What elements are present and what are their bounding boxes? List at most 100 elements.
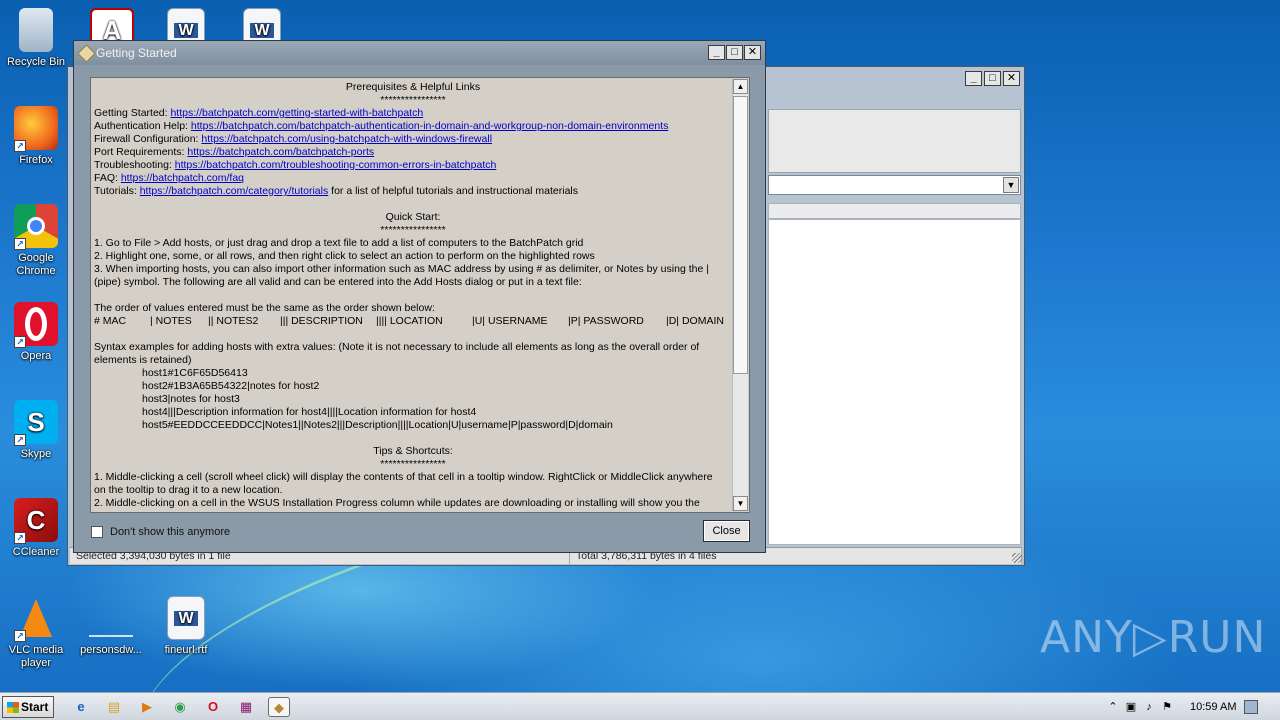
desktop-icon-ccleaner[interactable]: C ↗ CCleaner	[0, 498, 72, 559]
file-explorer-icon[interactable]: ▤	[103, 697, 125, 717]
desktop-icon-opera[interactable]: ↗ Opera	[0, 302, 72, 363]
show-hidden-icons-icon[interactable]: ⌃	[1104, 699, 1122, 715]
start-label: Start	[21, 700, 49, 714]
internet-explorer-icon[interactable]: e	[70, 697, 92, 717]
desktop-icon-chrome[interactable]: ↗ Google Chrome	[0, 204, 72, 278]
media-player-icon[interactable]: ▶	[136, 697, 158, 717]
desktop-icon-label: personsdw...	[80, 644, 142, 656]
link-getting-started[interactable]: https://batchpatch.com/getting-started-w…	[170, 107, 423, 119]
order-col: |U| USERNAME	[472, 315, 548, 327]
winrar-icon[interactable]: ▦	[235, 697, 257, 717]
link-troubleshooting[interactable]: https://batchpatch.com/troubleshooting-c…	[175, 159, 497, 171]
info-textbox[interactable]: Prerequisites & Helpful Links **********…	[90, 77, 750, 513]
desktop-icon-skype[interactable]: S ↗ Skype	[0, 400, 72, 461]
link-label: Firewall Configuration:	[94, 133, 202, 145]
link-line: Tutorials: https://batchpatch.com/catego…	[94, 185, 732, 198]
syntax-example: host2#1B3A65B54322|notes for host2	[142, 380, 320, 392]
chrome-taskbar-icon[interactable]: ◉	[169, 697, 191, 717]
link-faq[interactable]: https://batchpatch.com/faq	[121, 172, 244, 184]
file-list[interactable]	[768, 219, 1021, 545]
maximize-button[interactable]: □	[984, 71, 1001, 86]
ccleaner-icon: C ↗	[14, 498, 58, 544]
dialog-titlebar[interactable]: Getting Started _ □ ✕	[74, 41, 765, 65]
desktop-icon-firefox[interactable]: ↗ Firefox	[0, 106, 72, 167]
list-header	[768, 203, 1021, 219]
desktop-icon-label: Opera	[20, 350, 52, 362]
link-ports[interactable]: https://batchpatch.com/batchpatch-ports	[187, 146, 374, 158]
link-label: Tutorials:	[94, 185, 140, 197]
syntax-example: host5#EEDDCCEEDDCC|Notes1||Notes2|||Desc…	[142, 419, 613, 431]
link-label: Port Requirements:	[94, 146, 188, 158]
system-tray: ⌃ ▣ ♪ ⚑ 10:59 AM	[1104, 693, 1280, 720]
order-note: The order of values entered must be the …	[94, 302, 435, 314]
order-col: |||| LOCATION	[376, 315, 443, 327]
order-col: # MAC	[94, 315, 127, 327]
order-col: |D| DOMAIN	[666, 315, 724, 327]
link-firewall[interactable]: https://batchpatch.com/using-batchpatch-…	[201, 133, 492, 145]
syntax-example: host4|||Description information for host…	[142, 406, 477, 418]
volume-icon[interactable]: ♪	[1140, 699, 1158, 715]
order-columns: # MAC | NOTES || NOTES2 ||| DESCRIPTION …	[94, 315, 732, 328]
action-center-flag-icon[interactable]: ⚑	[1158, 699, 1176, 715]
chevron-down-icon[interactable]: ▼	[1003, 177, 1019, 193]
maximize-button[interactable]: □	[726, 45, 743, 60]
syntax-note: Syntax examples for adding hosts with ex…	[94, 341, 700, 353]
desktop-icon-fineurl[interactable]: W fineurl.rtf	[150, 596, 222, 657]
desktop-icon-label: Recycle Bin	[6, 56, 66, 68]
close-button[interactable]: Close	[703, 520, 750, 542]
link-line: Firewall Configuration: https://batchpat…	[94, 133, 732, 146]
link-label: Authentication Help:	[94, 120, 191, 132]
opera-icon: ↗	[14, 302, 58, 348]
batchpatch-taskbar-icon[interactable]: ◆	[268, 697, 290, 717]
dont-show-checkbox[interactable]	[91, 526, 103, 538]
tip-line: on the tooltip to drag it to a new locat…	[94, 484, 283, 496]
order-col: | NOTES	[150, 315, 192, 327]
vlc-icon: ↗	[14, 596, 58, 642]
minimize-button[interactable]: _	[708, 45, 725, 60]
start-button[interactable]: Start	[2, 696, 54, 718]
desktop-icon-label: VLC media player	[8, 644, 64, 669]
word-document-icon: W	[167, 596, 205, 640]
close-button[interactable]: ✕	[1003, 71, 1020, 86]
minimize-button[interactable]: _	[965, 71, 982, 86]
link-line: FAQ: https://batchpatch.com/faq	[94, 172, 732, 185]
section-heading: Tips & Shortcuts:	[373, 445, 453, 457]
scroll-down-arrow-icon[interactable]: ▼	[733, 496, 748, 511]
quick-step: 3. When importing hosts, you can also im…	[94, 263, 709, 275]
link-tutorials[interactable]: https://batchpatch.com/category/tutorial…	[140, 185, 329, 197]
close-window-button[interactable]: ✕	[744, 45, 761, 60]
clock[interactable]: 10:59 AM	[1190, 701, 1236, 713]
desktop-icon-recycle-bin[interactable]: Recycle Bin	[0, 8, 72, 69]
syntax-note: elements is retained)	[94, 354, 192, 366]
opera-taskbar-icon[interactable]: O	[202, 697, 224, 717]
link-label: Getting Started:	[94, 107, 171, 119]
network-icon[interactable]: ▣	[1122, 699, 1140, 715]
vertical-scrollbar[interactable]: ▲ ▼	[732, 79, 748, 511]
link-label: FAQ:	[94, 172, 121, 184]
show-desktop-button[interactable]	[1244, 700, 1259, 714]
desktop-icon-label: Firefox	[19, 154, 53, 166]
link-authentication[interactable]: https://batchpatch.com/batchpatch-authen…	[191, 120, 668, 132]
quick-step: 1. Go to File > Add hosts, or just drag …	[94, 237, 584, 249]
desktop-icon-vlc[interactable]: ↗ VLC media player	[0, 596, 72, 670]
desktop-icon-personsdw[interactable]: personsdw...	[75, 596, 147, 657]
tip-line: 1. Middle-clicking a cell (scroll wheel …	[94, 471, 713, 483]
scroll-up-arrow-icon[interactable]: ▲	[733, 79, 748, 94]
section-heading: Quick Start:	[385, 211, 441, 223]
syntax-example: host3|notes for host3	[142, 393, 240, 405]
address-combobox[interactable]: ▼	[768, 175, 1021, 195]
recycle-bin-icon	[19, 8, 53, 52]
scrollbar-thumb[interactable]	[733, 96, 748, 374]
file-icon	[89, 596, 133, 640]
order-col: || NOTES2	[208, 315, 259, 327]
desktop-icon-label: Skype	[20, 448, 52, 460]
windows-logo-icon	[7, 702, 19, 713]
dont-show-label[interactable]: Don't show this anymore	[110, 526, 230, 538]
chrome-icon: ↗	[14, 204, 58, 250]
resize-grip[interactable]	[1012, 553, 1022, 563]
firefox-icon: ↗	[14, 106, 58, 152]
batchpatch-app-icon	[77, 44, 96, 63]
taskbar: Start e ▤ ▶ ◉ O ▦ ◆ ⌃ ▣ ♪ ⚑ 10:59 AM	[0, 692, 1280, 720]
